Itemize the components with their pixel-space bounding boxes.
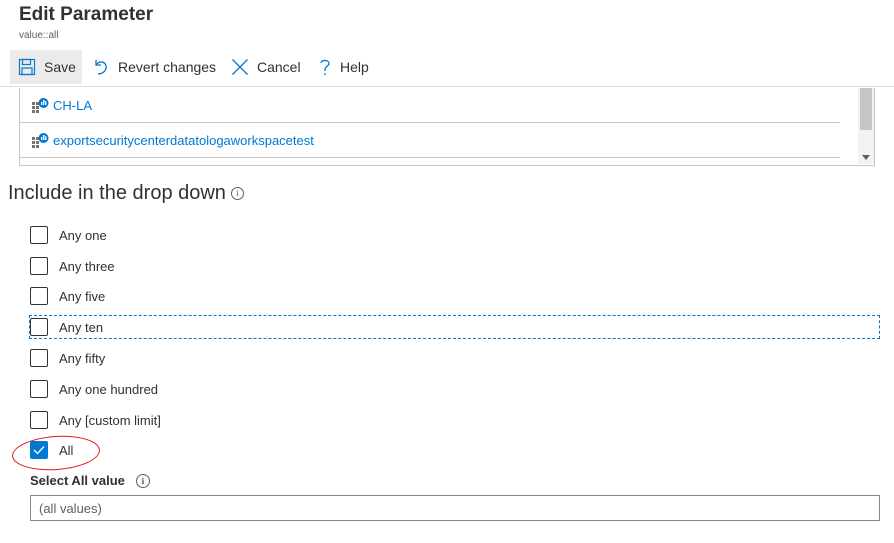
checkbox-box[interactable] (30, 318, 48, 336)
checkbox-label: Any one (59, 227, 107, 243)
checkbox-box[interactable] (30, 257, 48, 275)
checkbox-any-three[interactable]: Any three (30, 255, 115, 277)
checkbox-label: Any one hundred (59, 381, 159, 397)
blade-header: Edit Parameter value::all Save Revert ch… (0, 0, 894, 88)
revert-changes-label: Revert changes (118, 59, 217, 75)
select-all-value-label: Select All value i (30, 473, 150, 488)
checkbox-label: Any [custom limit] (59, 412, 161, 428)
command-bar: Save Revert changes Cancel Help (0, 48, 894, 87)
help-button[interactable]: Help (318, 50, 369, 84)
section-title-label: Include in the drop down (8, 182, 226, 204)
page-subtitle: value::all (19, 30, 59, 41)
cancel-button[interactable]: Cancel (231, 50, 301, 84)
checkbox-box[interactable] (30, 411, 48, 429)
help-label: Help (340, 59, 369, 75)
save-button[interactable]: Save (10, 50, 82, 84)
log-analytics-workspace-icon (32, 133, 49, 148)
list-item[interactable]: exportsecuritycenterdatatologaworkspacet… (20, 123, 840, 158)
save-label: Save (44, 59, 76, 75)
save-icon (18, 58, 36, 76)
checkbox-any-one[interactable]: Any one (30, 224, 107, 246)
checkbox-any-one-hundred[interactable]: Any one hundred (30, 378, 158, 400)
list-item[interactable] (20, 158, 840, 165)
checkbox-box[interactable] (30, 226, 48, 244)
select-all-value-label-text: Select All value (30, 473, 125, 488)
checkbox-any-custom-limit[interactable]: Any [custom limit] (30, 409, 161, 431)
section-title: Include in the drop down i (8, 182, 244, 205)
checkbox-any-fifty[interactable]: Any fifty (30, 347, 105, 369)
scrollbar-thumb[interactable] (860, 88, 872, 130)
vertical-scrollbar[interactable] (858, 88, 874, 164)
cancel-label: Cancel (257, 59, 301, 75)
page-title: Edit Parameter (19, 4, 154, 25)
checkbox-label: Any fifty (59, 350, 106, 366)
list-item[interactable]: CH-LA (20, 88, 840, 123)
workspace-list[interactable]: CH-LA exportsecuritycenterdatatologawork… (19, 88, 875, 166)
checkbox-label: Any five (59, 288, 106, 304)
help-icon (320, 59, 330, 76)
scroll-down-arrow-icon[interactable] (862, 155, 870, 160)
list-item-label: CH-LA (53, 97, 93, 113)
checkbox-box[interactable] (30, 349, 48, 367)
checkbox-any-five[interactable]: Any five (30, 285, 105, 307)
revert-changes-button[interactable]: Revert changes (92, 50, 216, 84)
log-analytics-workspace-icon (32, 98, 49, 113)
checkbox-box[interactable] (30, 380, 48, 398)
undo-icon (95, 60, 107, 75)
annotation-circle (10, 432, 102, 474)
checkbox-label: Any ten (59, 319, 104, 335)
close-icon (232, 59, 248, 75)
list-item-label: exportsecuritycenterdatatologaworkspacet… (53, 132, 314, 148)
checkbox-box[interactable] (30, 287, 48, 305)
info-icon[interactable]: i (135, 473, 150, 488)
checkbox-label: Any three (59, 258, 115, 274)
info-icon[interactable]: i (230, 187, 244, 200)
checkbox-any-ten[interactable]: Any ten (29, 315, 880, 339)
select-all-value-input[interactable] (30, 495, 880, 521)
